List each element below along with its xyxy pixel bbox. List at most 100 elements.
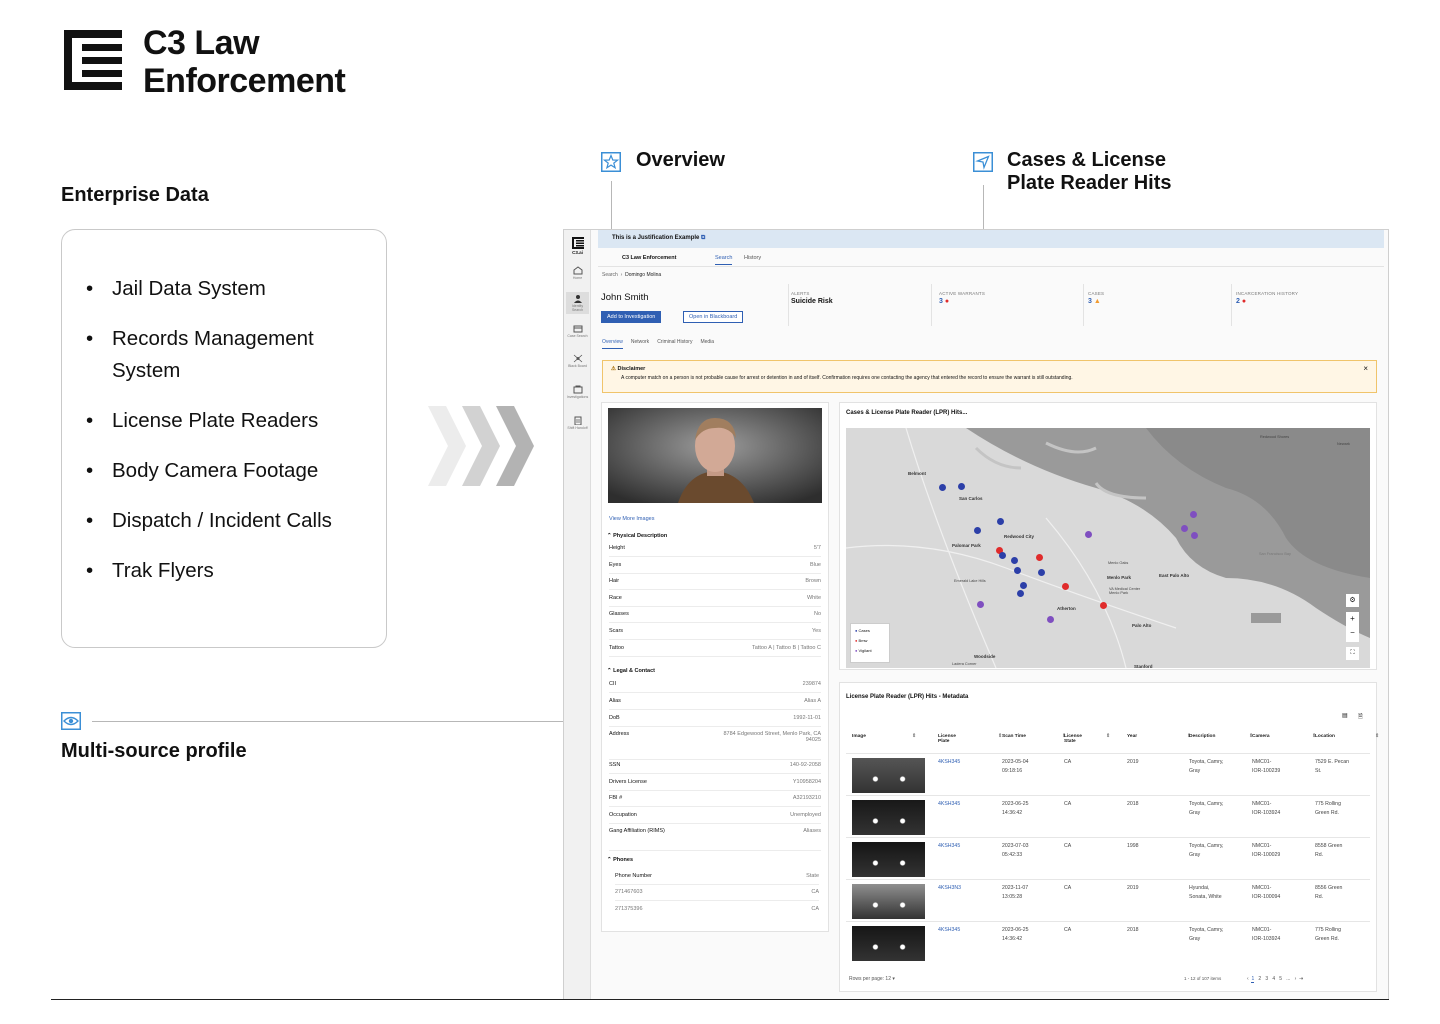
map-marker-vigilant[interactable] — [1191, 532, 1198, 539]
list-item: • Jail Data System — [86, 277, 266, 300]
sidebar-item-identity-search[interactable]: Identity Search — [566, 292, 589, 314]
row-label: CII — [609, 681, 617, 687]
page-4[interactable]: 4 — [1272, 976, 1275, 982]
tab-network[interactable]: Network — [631, 339, 649, 345]
sort-icon[interactable]: ⇕ — [1106, 734, 1110, 739]
map-legend: ● Cases ● Bmw ● Vigilant — [850, 623, 890, 663]
zoom-controls[interactable]: + − — [1346, 612, 1359, 642]
map-marker-cases[interactable] — [1014, 567, 1021, 574]
sort-icon[interactable]: ⇕ — [912, 734, 916, 739]
map-marker-cases[interactable] — [974, 527, 981, 534]
map-marker-vigilant[interactable] — [1047, 616, 1054, 623]
table-view-icon[interactable]: ▤ — [1342, 712, 1348, 719]
app-screenshot: C3.ai Home Identity Search Case Search B… — [563, 229, 1389, 1000]
sidebar-item-home[interactable]: Home — [566, 266, 589, 280]
physical-row: Race White — [609, 593, 821, 607]
plate-photo[interactable] — [852, 926, 925, 961]
table-cell[interactable]: 4KSH345 — [938, 758, 960, 767]
tab-criminal-history[interactable]: Criminal History — [657, 339, 692, 345]
map-marker-cases[interactable] — [1011, 557, 1018, 564]
map[interactable] — [846, 428, 1370, 668]
table-cell[interactable]: 4KSH345 — [938, 842, 960, 851]
page-5[interactable]: 5 — [1279, 976, 1282, 982]
cell-line: IOR-100239 — [1252, 768, 1281, 774]
page-3[interactable]: 3 — [1265, 976, 1268, 982]
table-cell[interactable]: 4KSH345 — [938, 926, 960, 935]
rows-per-page-select[interactable]: 12 ▾ — [885, 976, 894, 982]
cell-line: 4KSH345 — [938, 843, 961, 849]
cell-line: 2019 — [1127, 759, 1139, 765]
row-value: 1992-11-01 — [793, 715, 821, 721]
column-header: Year — [1127, 734, 1138, 739]
cell-line: 14:36:42 — [1002, 936, 1023, 942]
plate-photo[interactable] — [852, 800, 925, 835]
table-cell[interactable]: 4KSH3N3 — [938, 884, 961, 893]
eye-icon — [61, 712, 81, 730]
sidebar-item-black-board[interactable]: Black Board — [566, 354, 589, 368]
page-2[interactable]: 2 — [1258, 976, 1261, 982]
add-to-investigation-button[interactable]: Add to Investigation — [601, 311, 662, 323]
map-marker-bmw[interactable] — [1100, 602, 1107, 609]
plate-photo[interactable] — [852, 842, 925, 877]
cell-line: CA — [1064, 801, 1072, 807]
map-marker-cases[interactable] — [1020, 582, 1027, 589]
cell-line: CA — [1064, 843, 1072, 849]
tab-overview[interactable]: Overview — [602, 339, 623, 349]
sidebar-logo[interactable]: C3.ai — [566, 236, 589, 255]
last-page-icon[interactable]: ⇥ — [1299, 976, 1303, 982]
legal-section-toggle[interactable]: ⌃ Legal & Contact — [607, 668, 655, 674]
map-marker-bmw[interactable] — [1036, 554, 1043, 561]
plate-photo[interactable] — [852, 884, 925, 919]
map-place-label: Belmont — [908, 471, 926, 476]
page-1[interactable]: 1 — [1251, 976, 1255, 983]
map-marker-cases[interactable] — [997, 518, 1004, 525]
physical-section-toggle[interactable]: ⌃ Physical Description — [607, 533, 667, 539]
sidebar-item-investigations[interactable]: Investigations — [566, 385, 589, 399]
close-icon[interactable]: × — [1363, 364, 1368, 373]
breadcrumb-root[interactable]: Search — [602, 272, 618, 278]
open-in-blackboard-button[interactable]: Open in Blackboard — [683, 311, 744, 323]
table-cell: NMC01- IOR-100094 — [1252, 884, 1280, 902]
map-marker-vigilant[interactable] — [977, 601, 984, 608]
phones-section-toggle[interactable]: ⌃ Phones — [607, 857, 633, 863]
row-value: White — [806, 594, 821, 601]
map-marker-cases[interactable] — [939, 484, 946, 491]
map-marker-cases[interactable] — [1038, 569, 1045, 576]
external-link-icon[interactable]: ⧉ — [701, 235, 705, 241]
map-marker-vigilant[interactable] — [1085, 531, 1092, 538]
fullscreen-icon[interactable]: ⛶ — [1346, 647, 1359, 660]
tab-media[interactable]: Media — [700, 339, 714, 345]
view-more-images-link[interactable]: View More Images — [609, 516, 654, 522]
row-divider — [846, 753, 1370, 754]
map-marker-cases[interactable] — [1017, 590, 1024, 597]
next-page-icon[interactable]: › — [1295, 976, 1297, 982]
prev-page-icon[interactable]: ‹ — [1247, 976, 1249, 982]
cell-line: Toyota, Camry, — [1189, 927, 1224, 933]
table-cell: 8558 Green Rd. — [1315, 842, 1342, 860]
plate-photo[interactable] — [852, 758, 925, 793]
table-cell[interactable]: 4KSH345 — [938, 800, 960, 809]
row-value: 140-92-2058 — [789, 762, 821, 768]
rows-per-page: Rows per page: 12 ▾ — [849, 976, 895, 982]
headlights — [872, 818, 906, 824]
map-marker-cases[interactable] — [958, 483, 965, 490]
map-marker-vigilant[interactable] — [1190, 511, 1197, 518]
sidebar-item-case-search[interactable]: Case Search — [566, 324, 589, 338]
cell-line: 13:05:28 — [1002, 894, 1023, 900]
tab-history[interactable]: History — [744, 255, 761, 261]
table-cell: Toyota, Camry, Gray — [1189, 800, 1224, 818]
tab-search[interactable]: Search — [715, 255, 733, 265]
sidebar-item-shift-handoff[interactable]: Shift Handoff — [566, 416, 589, 430]
map-marker-vigilant[interactable] — [1181, 525, 1188, 532]
map-marker-bmw[interactable] — [1062, 583, 1069, 590]
map-settings-icon[interactable]: ⚙ — [1346, 594, 1359, 607]
map-place-label: Emerald Lake Hills — [954, 579, 986, 583]
map-marker-cases[interactable] — [999, 552, 1006, 559]
row-value: Tattoo A | Tattoo B | Tattoo C — [751, 644, 821, 651]
sort-icon[interactable]: ⇕ — [1375, 734, 1379, 739]
cell-line: 2023-11-07 — [1002, 885, 1029, 891]
cell-line: CA — [1064, 759, 1072, 765]
column-header: Location — [1315, 734, 1335, 739]
export-icon[interactable]: 🗎 — [1358, 712, 1363, 722]
top-nav: C3 Law Enforcement Search History — [598, 250, 1384, 267]
